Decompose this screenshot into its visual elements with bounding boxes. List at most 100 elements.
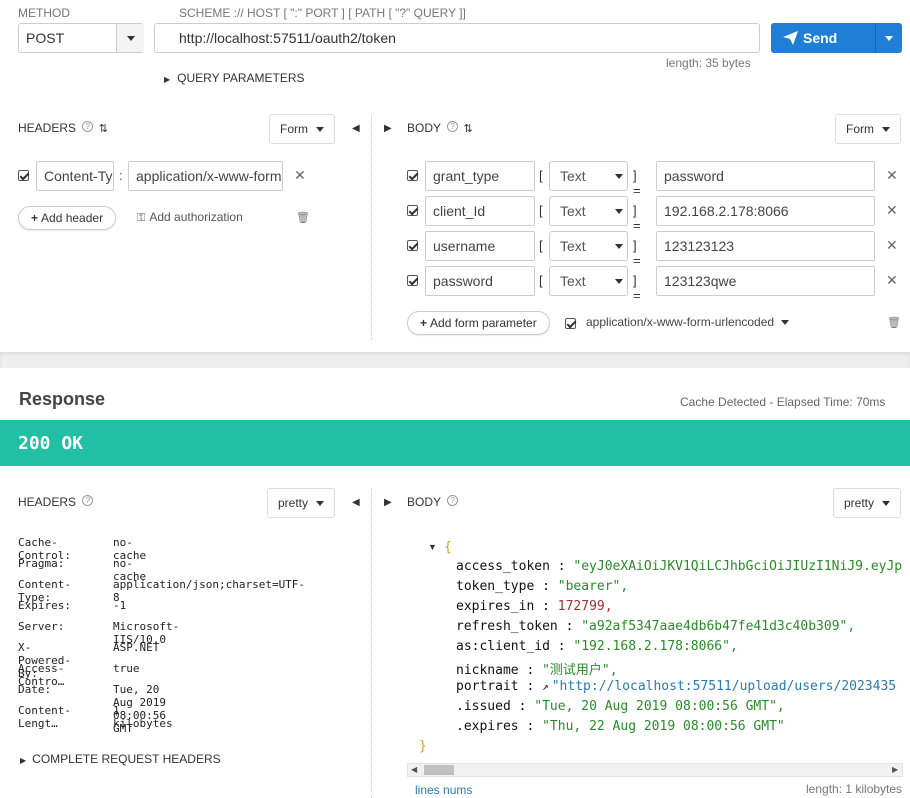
remove-param-icon[interactable]: ✕ — [886, 237, 898, 254]
header-key: Content-Lengt… — [18, 704, 71, 730]
horizontal-scrollbar[interactable]: ◀ ▶ — [407, 763, 903, 777]
collapse-left-icon[interactable]: ◀ — [352, 123, 360, 134]
json-close-brace: } — [419, 739, 427, 754]
lines-nums-toggle[interactable]: lines nums — [415, 783, 472, 797]
encoding-checkbox[interactable] — [565, 318, 576, 329]
json-value[interactable]: "测试用户", — [542, 663, 617, 678]
param-type-select[interactable]: Text — [549, 231, 628, 261]
response-body-mode-select[interactable]: pretty — [833, 488, 902, 518]
external-link-icon[interactable]: ↗ — [542, 680, 549, 693]
collapse-right-icon[interactable]: ▶ — [384, 497, 392, 508]
method-select[interactable]: POST — [18, 23, 144, 53]
encoding-select[interactable]: application/x-www-form-urlencoded — [586, 315, 790, 329]
method-label: METHOD — [18, 6, 70, 20]
trash-icon[interactable]: 🗑 — [887, 316, 901, 329]
complete-request-headers-toggle[interactable]: ▶ COMPLETE REQUEST HEADERS — [20, 752, 221, 766]
request-headers-title-text: HEADERS — [18, 121, 77, 135]
param-key-input[interactable]: username — [425, 231, 535, 261]
method-dropdown-toggle[interactable] — [116, 24, 144, 52]
chevron-down-icon — [127, 36, 135, 41]
plus-icon: + — [31, 211, 39, 225]
json-key: access_token — [456, 559, 550, 574]
request-headers-title: HEADERS ? ⇅ — [18, 121, 108, 135]
collapse-right-icon[interactable]: ▶ — [384, 123, 392, 134]
json-value[interactable]: "eyJ0eXAiOiJKV1QiLCJhbGciOiJIUzI1NiJ9.ey… — [573, 559, 903, 574]
json-colon: : — [518, 699, 527, 714]
request-body-title-text: BODY — [407, 121, 441, 135]
bracket-close: ] = — [633, 168, 641, 198]
response-headers-mode-value: pretty — [278, 496, 309, 510]
add-header-button[interactable]: + Add header — [18, 206, 117, 230]
header-enabled-checkbox[interactable] — [18, 170, 29, 181]
json-value[interactable]: 172799, — [558, 599, 613, 614]
help-icon[interactable]: ? — [447, 121, 459, 132]
param-value-input[interactable]: 123123qwe — [656, 266, 875, 296]
help-icon[interactable]: ? — [82, 495, 94, 506]
json-key: token_type — [456, 579, 535, 594]
chevron-down-icon — [885, 36, 893, 41]
key-icon: ⚿ — [137, 212, 146, 224]
json-value[interactable]: "Thu, 22 Aug 2019 08:00:56 GMT" — [542, 719, 785, 734]
send-options-toggle[interactable] — [875, 23, 902, 53]
send-button[interactable]: Send — [771, 23, 902, 53]
remove-param-icon[interactable]: ✕ — [886, 167, 898, 184]
help-icon[interactable]: ? — [82, 121, 94, 132]
url-input[interactable]: http://localhost:57511/oauth2/token — [154, 23, 760, 53]
scrollbar-thumb[interactable] — [424, 765, 454, 775]
json-value[interactable]: "a92af5347aae4db6b47fe41d3c40b309", — [581, 619, 855, 634]
request-body-mode-select[interactable]: Form — [835, 114, 902, 144]
json-value[interactable]: "192.168.2.178:8066", — [573, 639, 737, 654]
scroll-left-icon[interactable]: ◀ — [411, 765, 417, 774]
request-headers-mode-select[interactable]: Form — [269, 114, 336, 144]
chevron-down-icon — [615, 244, 623, 249]
json-body: access_token : "eyJ0eXAiOiJKV1QiLCJhbGci… — [456, 559, 903, 739]
param-enabled-checkbox[interactable] — [407, 240, 418, 251]
json-value[interactable]: "bearer", — [558, 579, 628, 594]
json-colon: : — [557, 559, 566, 574]
header-name-input[interactable]: Content-Ty — [36, 161, 114, 191]
json-colon: : — [526, 679, 535, 694]
sort-icon[interactable]: ⇅ — [463, 123, 472, 135]
param-value-input[interactable]: 192.168.2.178:8066 — [656, 196, 875, 226]
add-form-parameter-button[interactable]: + Add form parameter — [407, 311, 550, 335]
chevron-down-icon — [615, 209, 623, 214]
param-type-select[interactable]: Text — [549, 196, 628, 226]
help-icon[interactable]: ? — [447, 495, 459, 506]
collapse-json-icon[interactable]: ▼ — [428, 542, 437, 552]
request-headers-mode-value: Form — [280, 122, 308, 136]
remove-param-icon[interactable]: ✕ — [886, 272, 898, 289]
response-headers-title: HEADERS ? — [18, 495, 94, 509]
remove-param-icon[interactable]: ✕ — [886, 202, 898, 219]
param-type-value: Text — [560, 273, 586, 289]
json-entry: expires_in : 172799, — [456, 599, 903, 619]
json-key: refresh_token — [456, 619, 558, 634]
trash-icon[interactable]: 🗑 — [296, 211, 310, 224]
bracket-open: [ — [539, 203, 543, 218]
header-value-input[interactable]: application/x-www-form — [128, 161, 283, 191]
param-value-input[interactable]: password — [656, 161, 875, 191]
json-value[interactable]: "Tue, 20 Aug 2019 08:00:56 GMT", — [534, 699, 784, 714]
param-type-select[interactable]: Text — [549, 161, 628, 191]
json-entry: nickname : "测试用户", — [456, 659, 903, 679]
param-key-input[interactable]: password — [425, 266, 535, 296]
sort-icon[interactable]: ⇅ — [99, 123, 108, 135]
param-value-input[interactable]: 123123123 — [656, 231, 875, 261]
response-headers-title-text: HEADERS — [18, 495, 77, 509]
add-authorization-button[interactable]: ⚿ Add authorization — [137, 210, 243, 225]
json-value-link[interactable]: "http://localhost:57511/upload/users/202… — [552, 679, 896, 694]
response-headers-mode-select[interactable]: pretty — [267, 488, 336, 518]
collapse-left-icon[interactable]: ◀ — [352, 497, 360, 508]
param-enabled-checkbox[interactable] — [407, 205, 418, 216]
param-enabled-checkbox[interactable] — [407, 275, 418, 286]
request-body-title: BODY ? ⇅ — [407, 121, 473, 135]
chevron-down-icon — [316, 127, 325, 133]
param-key-input[interactable]: grant_type — [425, 161, 535, 191]
header-key: Date: — [18, 683, 52, 696]
query-parameters-toggle[interactable]: ▶ QUERY PARAMETERS — [164, 71, 305, 85]
status-bar: 200 OK — [0, 420, 910, 466]
scroll-right-icon[interactable]: ▶ — [892, 765, 898, 774]
param-enabled-checkbox[interactable] — [407, 170, 418, 181]
remove-header-icon[interactable]: ✕ — [294, 167, 306, 184]
param-key-input[interactable]: client_Id — [425, 196, 535, 226]
param-type-select[interactable]: Text — [549, 266, 628, 296]
